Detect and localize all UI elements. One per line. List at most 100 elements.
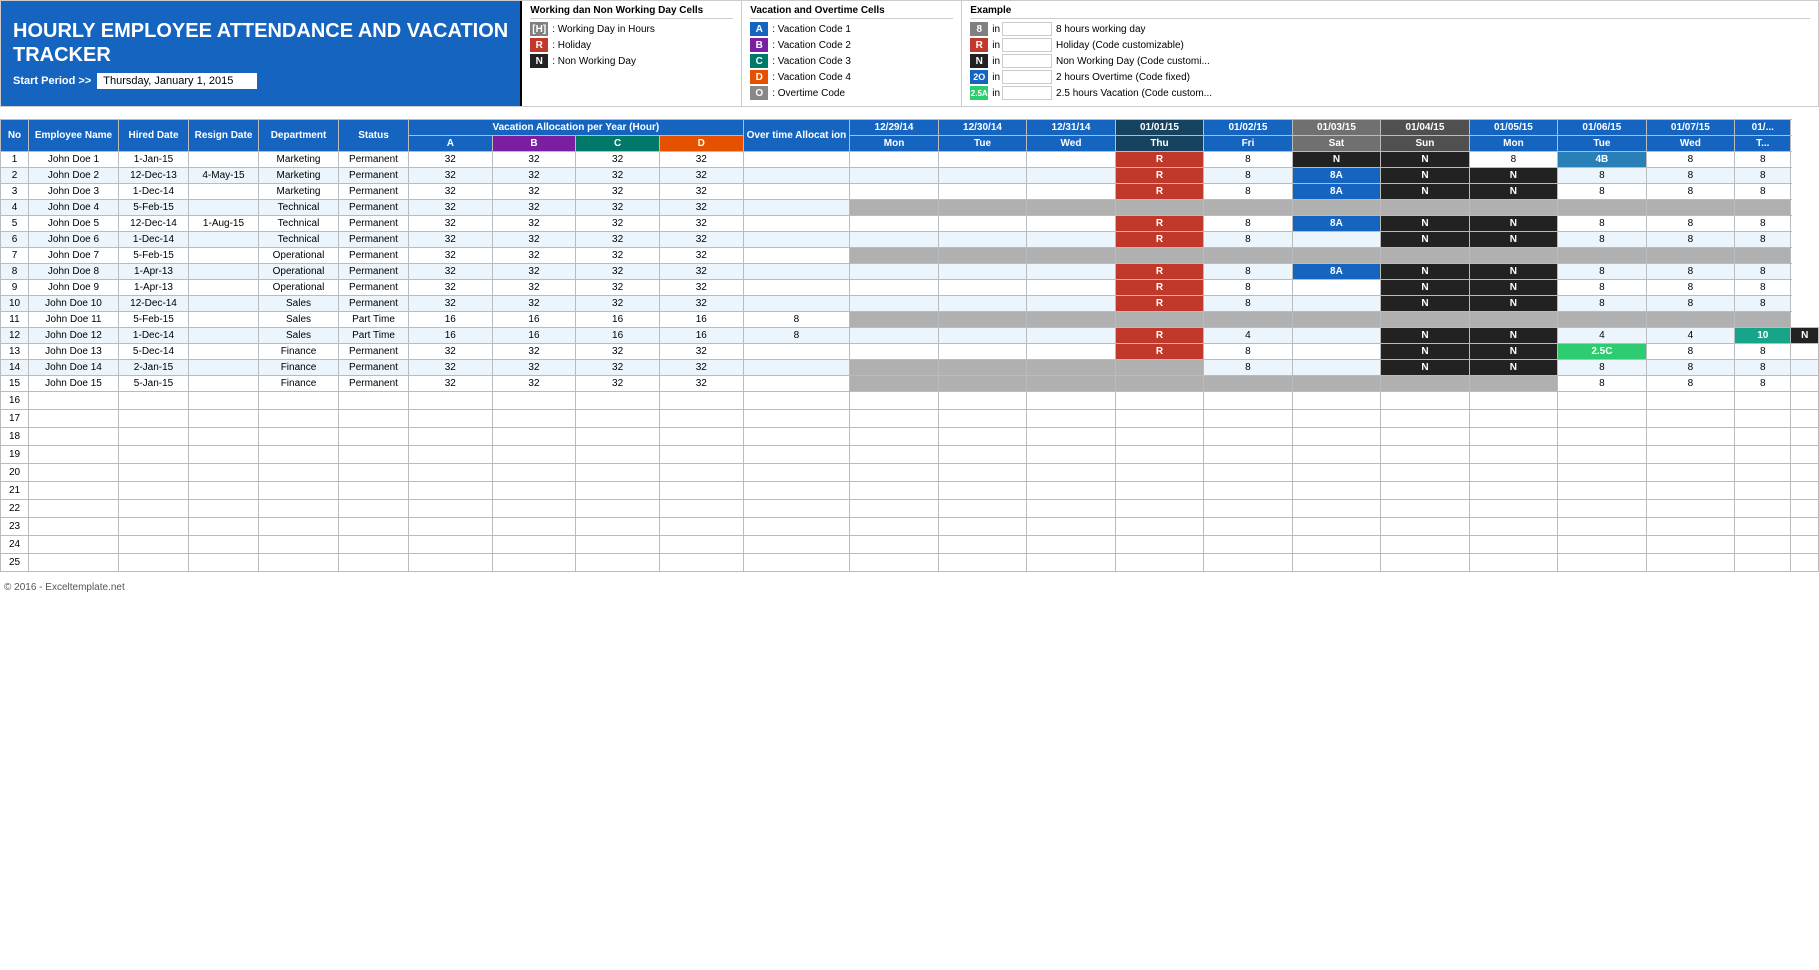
td-hired: 1-Apr-13 — [119, 264, 189, 280]
legend-row-h: [H] : Working Day in Hours — [530, 22, 733, 36]
td-0103: 8A — [1292, 184, 1380, 200]
td-hired: 12-Dec-14 — [119, 296, 189, 312]
td-a: 32 — [409, 264, 493, 280]
th-day-1229: Mon — [850, 136, 938, 152]
td-hired: 5-Feb-15 — [119, 312, 189, 328]
td-ot: 8 — [743, 328, 850, 344]
td-dept: Technical — [259, 232, 339, 248]
td-01x: 8 — [1735, 184, 1791, 200]
td-status: Permanent — [339, 376, 409, 392]
legend-box-c: C — [750, 54, 768, 68]
td-dept: Operational — [259, 280, 339, 296]
td-resign: 1-Aug-15 — [189, 216, 259, 232]
ex-box-r: R — [970, 38, 988, 52]
table-row: 11 John Doe 11 5-Feb-15 Sales Part Time … — [1, 312, 1819, 328]
td-ot — [743, 296, 850, 312]
table-body: 1 John Doe 1 1-Jan-15 Marketing Permanen… — [1, 152, 1819, 572]
td-d: 32 — [659, 248, 743, 264]
table-row: 24 — [1, 536, 1819, 554]
th-dept: Department — [259, 120, 339, 152]
td-1229 — [850, 184, 938, 200]
td-dept: Marketing — [259, 184, 339, 200]
td-0105: N — [1469, 184, 1557, 200]
td-ot — [743, 344, 850, 360]
td-1231 — [1027, 184, 1115, 200]
td-dept: Technical — [259, 200, 339, 216]
th-day-01x: T... — [1735, 136, 1791, 152]
th-day-0101: Thu — [1115, 136, 1203, 152]
td-resign — [189, 360, 259, 376]
table-row: 4 John Doe 4 5-Feb-15 Technical Permanen… — [1, 200, 1819, 216]
td-name: John Doe 15 — [29, 376, 119, 392]
td-0101: R — [1115, 152, 1203, 168]
td-a: 32 — [409, 232, 493, 248]
td-0103: 8A — [1292, 168, 1380, 184]
th-d01x: 01/... — [1735, 120, 1791, 136]
td-c: 32 — [576, 296, 660, 312]
td-c: 32 — [576, 184, 660, 200]
td-b: 32 — [492, 360, 576, 376]
table-row: 13 John Doe 13 5-Dec-14 Finance Permanen… — [1, 344, 1819, 360]
td-status: Permanent — [339, 216, 409, 232]
td-resign: 4-May-15 — [189, 168, 259, 184]
td-d: 32 — [659, 344, 743, 360]
td-c: 32 — [576, 232, 660, 248]
td-name: John Doe 7 — [29, 248, 119, 264]
td-name: John Doe 9 — [29, 280, 119, 296]
vacation-legend-title: Vacation and Overtime Cells — [750, 5, 953, 19]
td-dept: Marketing — [259, 168, 339, 184]
td-name: John Doe 10 — [29, 296, 119, 312]
td-dept: Marketing — [259, 152, 339, 168]
td-resign — [189, 264, 259, 280]
td-0107: 8 — [1646, 168, 1734, 184]
vacation-legend: Vacation and Overtime Cells A : Vacation… — [742, 1, 962, 106]
td-01x: 8 — [1735, 168, 1791, 184]
td-c: 32 — [576, 344, 660, 360]
td-c: 32 — [576, 248, 660, 264]
table-row: 21 — [1, 482, 1819, 500]
example-row-1: 8 in 8 hours working day — [970, 22, 1810, 36]
table-row: 15 John Doe 15 5-Jan-15 Finance Permanen… — [1, 376, 1819, 392]
td-0107: 8 — [1646, 152, 1734, 168]
th-d0104: 01/04/15 — [1381, 120, 1469, 136]
td-dept: Finance — [259, 344, 339, 360]
footer: © 2016 - Exceltemplate.net — [0, 580, 1819, 595]
td-dept: Operational — [259, 264, 339, 280]
td-resign — [189, 184, 259, 200]
td-dept: Finance — [259, 376, 339, 392]
td-no: 14 — [1, 360, 29, 376]
title-block: HOURLY EMPLOYEE ATTENDANCE AND VACATION … — [1, 1, 520, 106]
main-table-wrapper: No Employee Name Hired Date Resign Date … — [0, 119, 1819, 572]
th-d0106: 01/06/15 — [1558, 120, 1646, 136]
td-resign — [189, 248, 259, 264]
td-hired: 5-Feb-15 — [119, 200, 189, 216]
legend-box-d: D — [750, 70, 768, 84]
th-day-0104: Sun — [1381, 136, 1469, 152]
td-hired: 5-Jan-15 — [119, 376, 189, 392]
td-no: 3 — [1, 184, 29, 200]
th-day-0107: Wed — [1646, 136, 1734, 152]
td-ot: 8 — [743, 312, 850, 328]
td-0102: 8 — [1204, 184, 1292, 200]
start-period-value: Thursday, January 1, 2015 — [97, 73, 257, 89]
ex-box-8: 8 — [970, 22, 988, 36]
legend-row-r: R : Holiday — [530, 38, 733, 52]
td-no: 9 — [1, 280, 29, 296]
td-dept: Operational — [259, 248, 339, 264]
td-b: 32 — [492, 296, 576, 312]
td-ot — [743, 232, 850, 248]
td-1230 — [938, 184, 1026, 200]
td-hired: 1-Apr-13 — [119, 280, 189, 296]
td-name: John Doe 2 — [29, 168, 119, 184]
td-0102: 8 — [1204, 152, 1292, 168]
th-d0105: 01/05/15 — [1469, 120, 1557, 136]
td-c: 32 — [576, 168, 660, 184]
td-status: Permanent — [339, 248, 409, 264]
table-row: 10 John Doe 10 12-Dec-14 Sales Permanent… — [1, 296, 1819, 312]
legend-row-c: C : Vacation Code 3 — [750, 54, 953, 68]
td-resign — [189, 376, 259, 392]
td-ot — [743, 200, 850, 216]
td-resign — [189, 312, 259, 328]
td-0101: R — [1115, 168, 1203, 184]
td-01x: 8 — [1735, 152, 1791, 168]
